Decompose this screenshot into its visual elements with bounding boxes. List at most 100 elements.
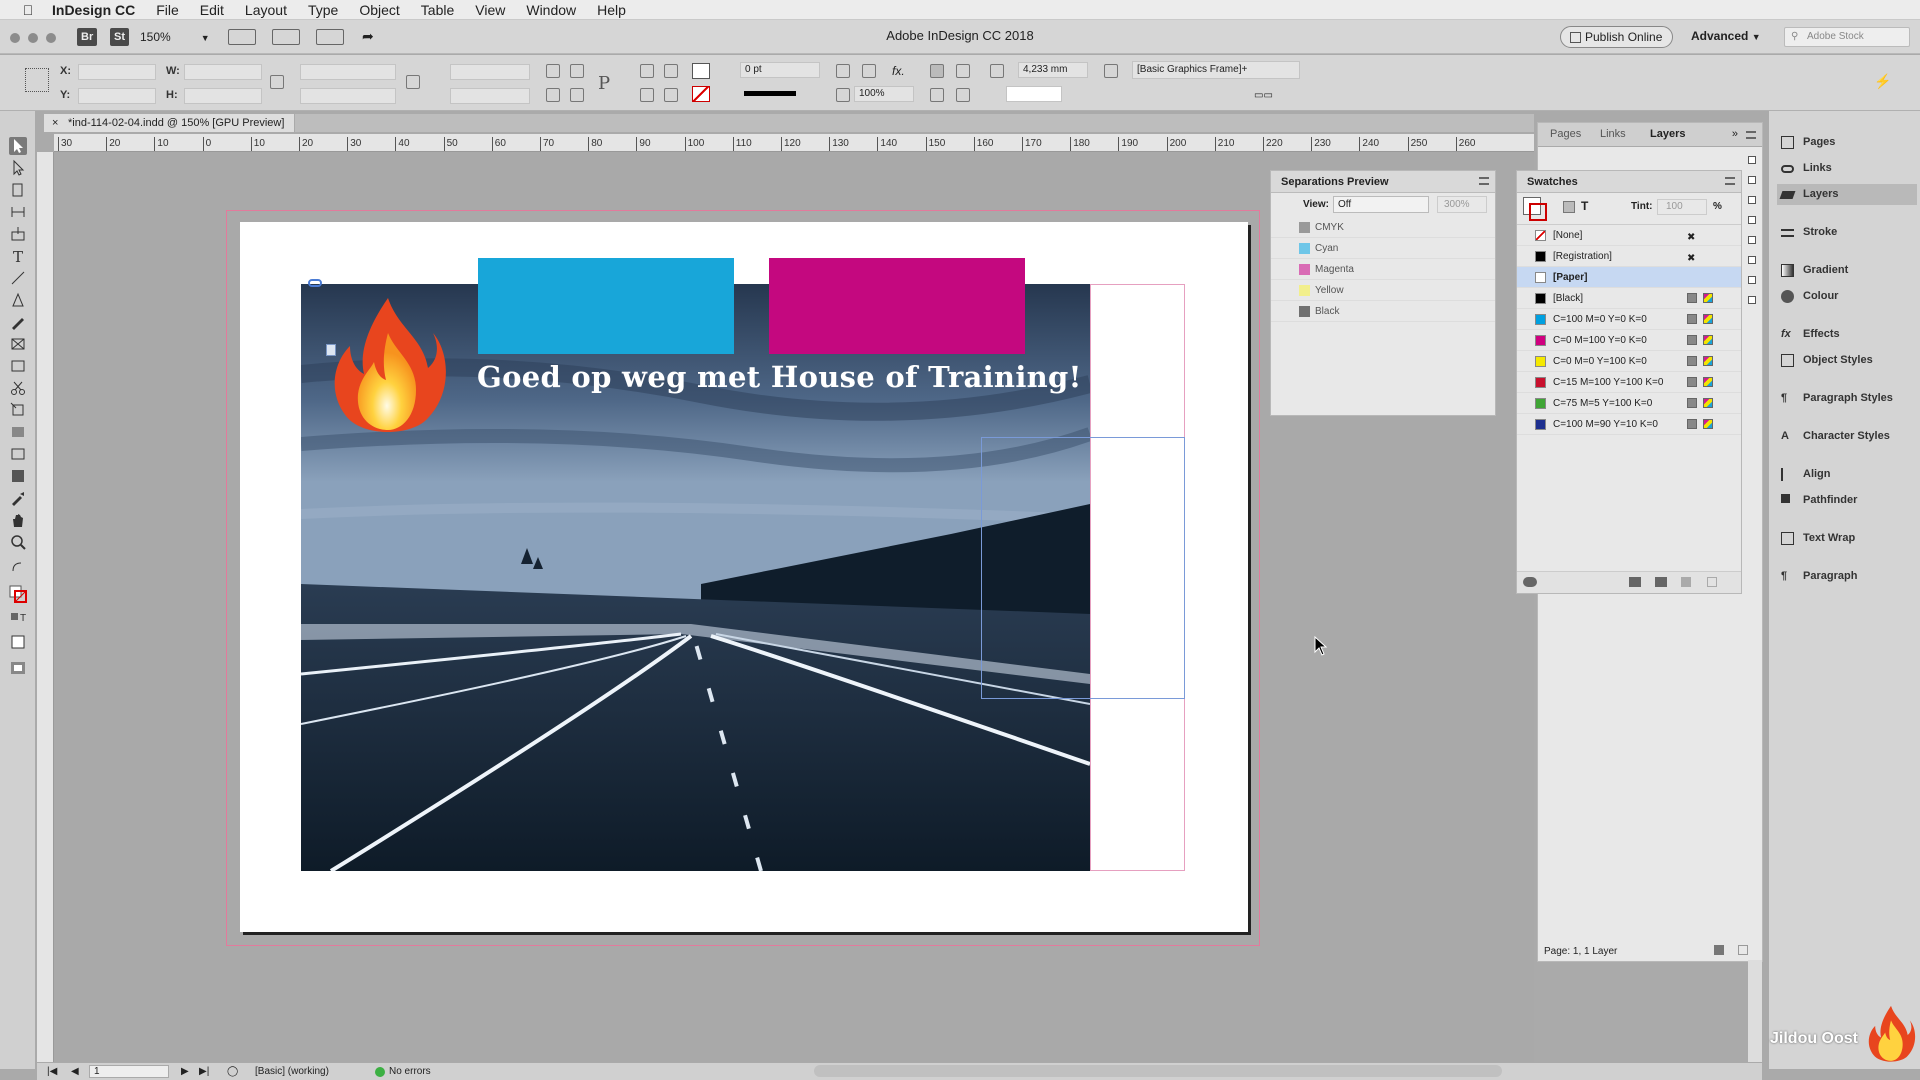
headline-text[interactable]: Goed op weg met House of Training! <box>477 360 1082 394</box>
menu-help[interactable]: Help <box>597 2 626 18</box>
opacity-field[interactable]: 100% <box>854 86 914 102</box>
layer-toggle[interactable] <box>1748 216 1756 224</box>
dock-align[interactable]: Align <box>1777 464 1917 485</box>
zoom-tool[interactable] <box>9 533 27 551</box>
fill-swatch[interactable] <box>692 63 710 79</box>
dock-stroke[interactable]: Stroke <box>1777 222 1917 243</box>
stroke-weight-field[interactable]: 0 pt <box>740 62 820 78</box>
menu-type[interactable]: Type <box>308 2 338 18</box>
container-icon[interactable] <box>1563 201 1575 213</box>
apple-icon[interactable]:  <box>20 2 36 18</box>
vertical-ruler[interactable] <box>37 152 54 1070</box>
swatch-row[interactable]: [Paper] <box>1517 267 1741 288</box>
dock-pathfinder[interactable]: Pathfinder <box>1777 490 1917 511</box>
layer-toggle[interactable] <box>1748 276 1756 284</box>
drop-shadow-icon[interactable] <box>836 64 850 78</box>
swap-fill-stroke-icon[interactable] <box>9 559 27 577</box>
menu-object[interactable]: Object <box>359 2 399 18</box>
view-select[interactable]: Off <box>1333 196 1429 213</box>
paragraph-icon[interactable]: P <box>598 73 610 94</box>
vertical-scrollbar[interactable] <box>1748 960 1762 1070</box>
dock-effects[interactable]: fx Effects <box>1777 324 1917 345</box>
new-layer-icon[interactable] <box>1714 945 1724 955</box>
page-tool[interactable] <box>9 181 27 199</box>
text-wrap-icon[interactable] <box>930 64 944 78</box>
screen-mode-tool[interactable] <box>9 659 27 677</box>
adobe-stock-search[interactable]: ⚲ Adobe Stock <box>1784 27 1910 47</box>
type-tool[interactable]: T <box>9 247 27 266</box>
content-grabber-icon[interactable] <box>326 344 336 356</box>
horizontal-scrollbar[interactable] <box>814 1065 1502 1077</box>
swatch-row[interactable]: [Registration] ✖ <box>1517 246 1741 267</box>
quick-apply-icon[interactable]: ⚡ <box>1874 73 1891 90</box>
width-field[interactable] <box>184 64 262 80</box>
formatting-affects-container-icon[interactable]: T <box>9 609 27 627</box>
jump-object-icon[interactable] <box>956 88 970 102</box>
ink-row[interactable]: Black <box>1271 301 1495 322</box>
gap-field[interactable]: 4,233 mm <box>1018 62 1088 78</box>
height-field[interactable] <box>184 88 262 104</box>
panel-menu-icon[interactable] <box>1746 131 1756 139</box>
wrap-shape-icon[interactable] <box>930 88 944 102</box>
rectangle-frame-tool[interactable] <box>9 335 27 353</box>
cyan-rectangle[interactable] <box>478 258 734 354</box>
pen-tool[interactable] <box>9 291 27 309</box>
tab-links[interactable]: Links <box>1600 128 1626 140</box>
folder-icon[interactable] <box>1655 577 1667 587</box>
swatch-row[interactable]: C=75 M=5 Y=100 K=0 <box>1517 393 1741 414</box>
close-icon[interactable]: × <box>52 114 58 132</box>
swatch-row[interactable]: [None] ✖ <box>1517 225 1741 246</box>
shear-field[interactable] <box>450 88 530 104</box>
clear-overrides-icon[interactable]: ▭▭ <box>1254 90 1273 101</box>
preflight-status[interactable]: No errors <box>389 1066 431 1077</box>
last-page-icon[interactable]: ▶| <box>199 1066 209 1077</box>
layer-toggle[interactable] <box>1748 156 1756 164</box>
first-page-icon[interactable]: |◀ <box>47 1066 57 1077</box>
text-icon[interactable]: T <box>1581 199 1588 213</box>
tab-pages[interactable]: Pages <box>1550 128 1581 140</box>
page-number-field[interactable]: 1 <box>89 1065 169 1078</box>
swatch-row[interactable]: C=0 M=0 Y=100 K=0 <box>1517 351 1741 372</box>
dock-pages[interactable]: Pages <box>1777 132 1917 153</box>
direct-selection-tool[interactable] <box>9 159 27 177</box>
line-tool[interactable] <box>9 269 27 287</box>
rotate-cw-icon[interactable] <box>546 64 560 78</box>
delete-layer-icon[interactable] <box>1738 945 1748 955</box>
expand-panel-icon[interactable]: » <box>1732 128 1738 140</box>
panel-menu-icon[interactable] <box>1479 177 1489 185</box>
delete-swatch-icon[interactable] <box>1707 577 1717 587</box>
publish-online-button[interactable]: Publish Online <box>1560 26 1674 48</box>
menu-edit[interactable]: Edit <box>200 2 224 18</box>
rotate-ccw-icon[interactable] <box>570 64 584 78</box>
eyedropper-tool[interactable] <box>9 489 27 507</box>
dock-text-wrap[interactable]: Text Wrap <box>1777 528 1917 549</box>
gap-tool[interactable] <box>9 203 27 221</box>
scale-x-field[interactable] <box>300 64 396 80</box>
menu-table[interactable]: Table <box>421 2 454 18</box>
cloud-icon[interactable] <box>1523 577 1537 587</box>
ink-row[interactable]: Magenta <box>1271 259 1495 280</box>
workspace-switcher[interactable]: Advanced ▼ <box>1691 29 1761 43</box>
document-tab[interactable]: × *ind-114-02-04.indd @ 150% [GPU Previe… <box>44 114 296 132</box>
free-transform-tool[interactable] <box>9 401 27 419</box>
layer-toggle[interactable] <box>1748 176 1756 184</box>
content-collector-tool[interactable] <box>9 225 27 243</box>
dock-links[interactable]: Links <box>1777 158 1917 179</box>
dock-paragraph-styles[interactable]: ¶ Paragraph Styles <box>1777 388 1917 409</box>
rectangle-tool[interactable] <box>9 357 27 375</box>
dock-character-styles[interactable]: A Character Styles <box>1777 426 1917 447</box>
swatches-header[interactable]: Swatches <box>1517 171 1741 193</box>
link-scale-icon[interactable] <box>406 75 420 89</box>
ink-row[interactable]: Cyan <box>1271 238 1495 259</box>
hand-tool[interactable] <box>9 511 27 529</box>
preflight-profile[interactable]: [Basic] (working) <box>255 1066 329 1077</box>
select-next-icon[interactable] <box>664 88 678 102</box>
pencil-tool[interactable] <box>9 313 27 331</box>
object-style-select[interactable]: [Basic Graphics Frame]+ <box>1132 61 1300 79</box>
swatch-row[interactable]: [Black] <box>1517 288 1741 309</box>
previous-page-icon[interactable]: ◀ <box>71 1066 79 1077</box>
object-style-icon[interactable] <box>1104 64 1118 78</box>
ink-row[interactable]: CMYK <box>1271 217 1495 238</box>
selection-tool[interactable] <box>9 137 27 155</box>
gradient-feather-tool[interactable] <box>9 445 27 463</box>
